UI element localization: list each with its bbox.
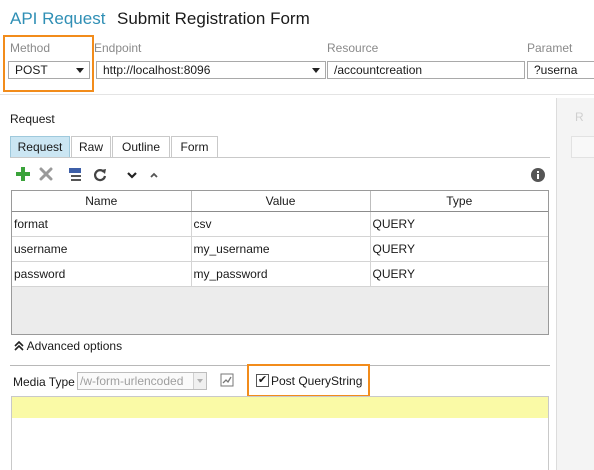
endpoint-select[interactable]: http://localhost:8096: [96, 61, 326, 79]
resource-value: /accountcreation: [334, 63, 423, 77]
params-value: ?userna: [534, 63, 578, 77]
table-row[interactable]: password my_password QUERY: [12, 261, 548, 287]
response-panel: R: [556, 98, 594, 470]
tab-request[interactable]: Request: [10, 136, 70, 158]
endpoint-label: Endpoint: [94, 41, 142, 55]
param-value-cell[interactable]: my_username: [191, 236, 371, 262]
tab-outline[interactable]: Outline: [112, 136, 170, 158]
media-type-select[interactable]: /w-form-urlencoded: [77, 372, 207, 390]
move-up-icon[interactable]: [146, 167, 162, 183]
param-name-cell[interactable]: password: [12, 261, 192, 287]
chevron-down-icon: [193, 373, 206, 389]
column-header-name[interactable]: Name: [12, 191, 192, 212]
media-type-label: Media Type: [13, 375, 75, 389]
refresh-icon[interactable]: [92, 167, 108, 183]
column-header-type[interactable]: Type: [370, 191, 548, 212]
method-value: POST: [15, 63, 48, 77]
post-querystring-option[interactable]: ✔ Post QueryString: [247, 364, 370, 397]
add-icon[interactable]: [15, 167, 31, 183]
table-row[interactable]: format csv QUERY: [12, 211, 548, 237]
endpoint-value: http://localhost:8096: [103, 63, 211, 77]
params-label: Paramet: [527, 41, 573, 55]
chevron-down-icon: [76, 68, 84, 73]
response-panel-label: R: [575, 110, 584, 124]
post-querystring-checkbox[interactable]: ✔: [256, 374, 269, 387]
current-line-highlight: [12, 397, 548, 418]
chevron-down-icon: [312, 68, 320, 73]
param-type-cell[interactable]: QUERY: [370, 236, 548, 262]
header-divider: [0, 94, 594, 95]
params-input[interactable]: ?userna: [527, 61, 594, 79]
table-row[interactable]: username my_username QUERY: [12, 236, 548, 262]
resource-input[interactable]: /accountcreation: [327, 61, 525, 79]
delete-icon[interactable]: [38, 167, 54, 183]
request-body-editor[interactable]: [11, 396, 549, 470]
advanced-options-label: Advanced options: [26, 339, 123, 353]
parameters-grid: Name Value Type format csv QUERY usernam…: [11, 190, 549, 335]
resource-label: Resource: [327, 41, 379, 55]
url-encode-icon[interactable]: [68, 167, 84, 183]
tab-raw[interactable]: Raw: [71, 136, 111, 158]
grid-header-row: Name Value Type: [12, 191, 548, 212]
double-chevron-up-icon: [14, 340, 24, 354]
tab-form[interactable]: Form: [171, 136, 218, 158]
advanced-options-toggle[interactable]: Advanced options: [14, 339, 122, 354]
param-name-cell[interactable]: format: [12, 211, 192, 237]
media-type-button-icon[interactable]: [219, 373, 235, 389]
request-title: Submit Registration Form: [117, 9, 310, 28]
api-request-label: API Request: [10, 9, 106, 28]
info-icon[interactable]: [530, 167, 546, 183]
post-querystring-label: Post QueryString: [271, 374, 363, 388]
move-down-icon[interactable]: [124, 167, 140, 183]
media-type-value: /w-form-urlencoded: [80, 374, 184, 388]
response-panel-tab: [571, 136, 594, 158]
param-value-cell[interactable]: csv: [191, 211, 371, 237]
param-type-cell[interactable]: QUERY: [370, 211, 548, 237]
param-value-cell[interactable]: my_password: [191, 261, 371, 287]
param-name-cell[interactable]: username: [12, 236, 192, 262]
method-select[interactable]: POST: [8, 61, 90, 79]
request-section-label: Request: [10, 112, 55, 126]
column-header-value[interactable]: Value: [191, 191, 371, 212]
param-type-cell[interactable]: QUERY: [370, 261, 548, 287]
